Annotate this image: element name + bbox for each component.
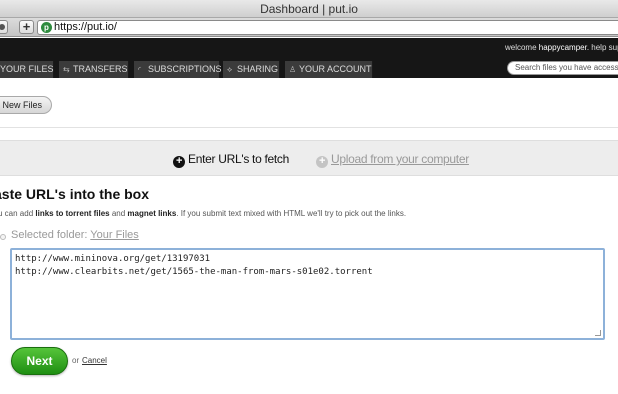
- top-navigation: welcome happycamper. help supp YOUR FILE…: [0, 38, 618, 78]
- tab-label: TRANSFERS: [73, 64, 128, 74]
- folder-link[interactable]: Your Files: [90, 229, 139, 241]
- person-icon: ♙: [289, 65, 297, 74]
- address-url: https://put.io/: [54, 21, 117, 33]
- window-title-bar: Dashboard | put.io: [0, 0, 618, 18]
- search-placeholder: Search files you have access: [515, 63, 618, 72]
- instructions-text: u can add links to torrent files and mag…: [0, 209, 406, 218]
- tab-label: SHARING: [237, 64, 279, 74]
- address-bar[interactable]: p https://put.io/: [37, 20, 618, 35]
- folder-icon: [0, 234, 6, 240]
- browser-toolbar: + p https://put.io/: [0, 18, 618, 37]
- search-input[interactable]: Search files you have access: [507, 61, 618, 75]
- support-link[interactable]: supp: [609, 43, 618, 52]
- next-button[interactable]: Next: [11, 347, 68, 375]
- enter-url-option[interactable]: + Enter URL's to fetch: [173, 152, 289, 168]
- url-line: http://www.clearbits.net/get/1565-the-ma…: [15, 267, 373, 277]
- resize-handle[interactable]: [595, 330, 601, 336]
- cancel-link[interactable]: Cancel: [82, 356, 107, 365]
- rss-icon: ◜: [138, 65, 142, 74]
- new-files-button[interactable]: New Files: [0, 96, 52, 114]
- browser-record-button[interactable]: [0, 20, 8, 34]
- tab-label: SUBSCRIPTIONS: [148, 64, 222, 74]
- tab-your-files[interactable]: YOUR FILES: [0, 61, 54, 78]
- desc-part: u can add: [0, 209, 36, 218]
- url-line: http://www.mininova.org/get/13197031: [15, 254, 211, 264]
- tab-transfers[interactable]: ⇆ TRANSFERS: [59, 61, 129, 78]
- fetch-options-bar: + Enter URL's to fetch + Upload from your …: [0, 140, 618, 176]
- username-link[interactable]: happycamper.: [539, 43, 589, 52]
- url-textarea[interactable]: http://www.mininova.org/get/13197031 http…: [10, 248, 605, 340]
- transfer-arrows-icon: ⇆: [63, 65, 70, 74]
- add-bookmark-button[interactable]: +: [19, 20, 34, 34]
- desc-part: and: [109, 209, 128, 218]
- desc-part: . If you submit text mixed with HTML we'…: [176, 209, 407, 218]
- tab-your-account[interactable]: ♙ YOUR ACCOUNT: [285, 61, 373, 78]
- help-link[interactable]: help: [591, 43, 606, 52]
- upload-link[interactable]: Upload from your computer: [331, 152, 469, 166]
- desc-bold: links to torrent files: [35, 209, 110, 218]
- page-heading: aste URL's into the box: [0, 186, 150, 202]
- welcome-text: welcome happycamper. help supp: [505, 43, 618, 52]
- plus-circle-icon: +: [173, 156, 185, 168]
- tab-subscriptions[interactable]: ◜ SUBSCRIPTIONS: [134, 61, 222, 78]
- tab-label: YOUR ACCOUNT: [299, 64, 372, 74]
- folder-label: Selected folder:: [11, 229, 91, 241]
- desc-bold: magnet links: [127, 209, 177, 218]
- or-text: or: [72, 356, 80, 365]
- upload-option[interactable]: + Upload from your computer: [316, 152, 469, 168]
- welcome-prefix: welcome: [504, 43, 537, 52]
- putio-favicon-icon: p: [41, 22, 52, 33]
- plus-circle-icon: +: [316, 156, 328, 168]
- selected-folder: Selected folder: Your Files: [11, 229, 139, 241]
- share-icon: ⟡: [227, 65, 233, 74]
- enter-url-label: Enter URL's to fetch: [188, 152, 290, 166]
- window-title: Dashboard | put.io: [260, 2, 358, 16]
- tab-sharing[interactable]: ⟡ SHARING: [223, 61, 280, 78]
- tab-label: YOUR FILES: [0, 64, 54, 74]
- new-files-bar: New Files: [0, 78, 618, 128]
